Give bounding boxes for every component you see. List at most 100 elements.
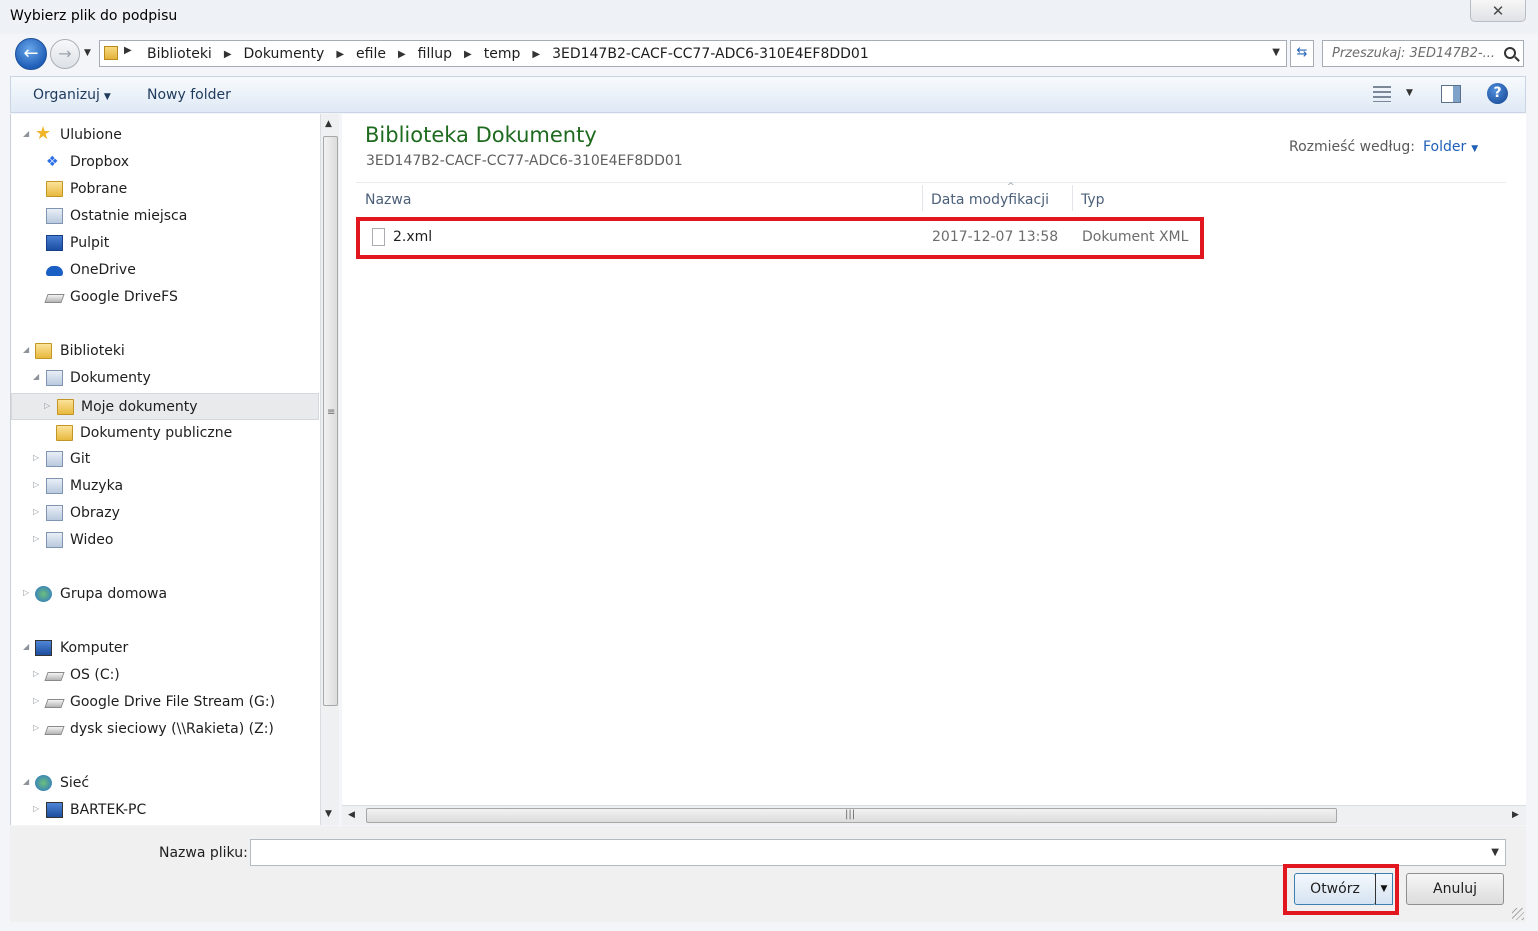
close-button[interactable]: ✕ xyxy=(1470,0,1526,22)
nav-item-dropbox[interactable]: ❖ Dropbox xyxy=(11,149,319,176)
nav-label: OneDrive xyxy=(70,262,136,278)
column-divider[interactable] xyxy=(1072,185,1073,211)
breadcrumb-arrow-icon[interactable]: ▶ xyxy=(124,45,132,56)
scrollbar-thumb[interactable]: ≡ xyxy=(323,136,338,706)
nav-item-music[interactable]: ▷ Muzyka xyxy=(11,473,319,500)
collapse-arrow-icon[interactable]: ◢ xyxy=(33,372,39,381)
window-title: Wybierz plik do podpisu xyxy=(10,8,178,24)
scroll-up-icon[interactable]: ▲ xyxy=(325,119,332,129)
collapse-arrow-icon[interactable]: ◢ xyxy=(23,642,29,651)
forward-button[interactable]: → xyxy=(50,39,80,69)
file-type: Dokument XML xyxy=(1082,229,1189,245)
nav-label: Biblioteki xyxy=(60,343,125,359)
address-bar[interactable]: ▶ Biblioteki ▶ Dokumenty ▶ efile ▶ fillu… xyxy=(99,40,1287,67)
nav-item-desktop[interactable]: Pulpit xyxy=(11,230,319,257)
nav-item-videos[interactable]: ▷ Wideo xyxy=(11,527,319,554)
expand-arrow-icon[interactable]: ▷ xyxy=(33,534,39,543)
nav-item-git[interactable]: ▷ Git xyxy=(11,446,319,473)
expand-arrow-icon[interactable]: ▷ xyxy=(33,723,39,732)
expand-arrow-icon[interactable]: ▷ xyxy=(33,507,39,516)
breadcrumb-arrow-icon[interactable]: ▶ xyxy=(398,49,406,60)
view-dropdown-icon[interactable]: ▼ xyxy=(1406,88,1413,98)
column-divider[interactable] xyxy=(922,185,923,211)
scroll-left-icon[interactable]: ◀ xyxy=(348,810,355,820)
breadcrumb-item[interactable]: Dokumenty xyxy=(244,46,325,62)
filename-input[interactable]: ▼ xyxy=(250,839,1506,866)
nav-label: Wideo xyxy=(70,532,114,548)
breadcrumb-arrow-icon[interactable]: ▶ xyxy=(464,49,472,60)
scroll-down-icon[interactable]: ▼ xyxy=(325,809,332,819)
nav-item-bartek-pc[interactable]: ▷ BARTEK-PC xyxy=(11,797,319,824)
breadcrumb-arrow-icon[interactable]: ▶ xyxy=(336,49,344,60)
nav-computer[interactable]: ◢ Komputer xyxy=(11,635,319,662)
nav-network[interactable]: ◢ Sieć xyxy=(11,770,319,797)
arrange-by-dropdown[interactable]: Folder ▼ xyxy=(1423,139,1478,155)
breadcrumb-item[interactable]: Biblioteki xyxy=(147,46,212,62)
help-icon[interactable]: ? xyxy=(1487,83,1508,104)
nav-item-onedrive[interactable]: OneDrive xyxy=(11,257,319,284)
nav-item-recent-places[interactable]: Ostatnie miejsca xyxy=(11,203,319,230)
search-input[interactable]: Przeszukaj: 3ED147B2-... xyxy=(1322,40,1524,67)
nav-item-pictures[interactable]: ▷ Obrazy xyxy=(11,500,319,527)
nav-label: dysk sieciowy (\\Rakieta) (Z:) xyxy=(70,721,274,737)
column-header-name[interactable]: Nazwa xyxy=(365,192,411,208)
cancel-button[interactable]: Anuluj xyxy=(1406,873,1504,905)
search-icon[interactable] xyxy=(1504,47,1516,59)
nav-favorites[interactable]: ◢ ★ Ulubione xyxy=(11,122,319,149)
desktop-icon xyxy=(46,235,63,251)
resize-grip[interactable] xyxy=(1512,908,1524,920)
new-folder-button[interactable]: Nowy folder xyxy=(147,87,231,103)
scrollbar-thumb[interactable]: ||| xyxy=(366,808,1337,823)
horizontal-scrollbar[interactable]: ◀ ||| ▶ xyxy=(342,805,1526,825)
file-row[interactable]: 2.xml 2017-12-07 13:58 Dokument XML xyxy=(356,217,1204,259)
back-button[interactable]: ← xyxy=(15,38,47,70)
address-dropdown-icon[interactable]: ▼ xyxy=(1272,47,1280,58)
open-options-dropdown[interactable]: ▼ xyxy=(1375,873,1393,905)
open-button[interactable]: Otwórz xyxy=(1294,873,1376,905)
expand-arrow-icon[interactable]: ▷ xyxy=(33,696,39,705)
refresh-button[interactable]: ⇆ xyxy=(1290,40,1314,67)
nav-label: OS (C:) xyxy=(70,667,120,683)
nav-item-my-documents[interactable]: ▷ Moje dokumenty xyxy=(11,393,319,420)
breadcrumb-item[interactable]: efile xyxy=(356,46,386,62)
expand-arrow-icon[interactable]: ▷ xyxy=(44,401,50,410)
scroll-right-icon[interactable]: ▶ xyxy=(1512,810,1519,820)
collapse-arrow-icon[interactable]: ◢ xyxy=(23,777,29,786)
library-title: Biblioteka Dokumenty xyxy=(365,123,597,147)
breadcrumb-item[interactable]: fillup xyxy=(418,46,452,62)
column-header-type[interactable]: Typ xyxy=(1081,192,1105,208)
nav-item-google-drivefs[interactable]: Google DriveFS xyxy=(11,284,319,311)
nav-item-downloads[interactable]: Pobrane xyxy=(11,176,319,203)
breadcrumb-arrow-icon[interactable]: ▶ xyxy=(532,49,540,60)
organize-label: Organizuj xyxy=(33,87,100,103)
recent-locations-dropdown[interactable]: ▼ xyxy=(84,48,96,60)
breadcrumb-item[interactable]: temp xyxy=(484,46,521,62)
file-name: 2.xml xyxy=(393,229,433,245)
nav-label: Dropbox xyxy=(70,154,129,170)
column-header-date[interactable]: Data modyfikacji xyxy=(931,192,1049,208)
nav-item-drive-z[interactable]: ▷ dysk sieciowy (\\Rakieta) (Z:) xyxy=(11,716,319,743)
nav-item-documents[interactable]: ◢ Dokumenty xyxy=(11,365,319,392)
breadcrumb-item[interactable]: 3ED147B2-CACF-CC77-ADC6-310E4EF8DD01 xyxy=(552,46,869,62)
expand-arrow-icon[interactable]: ▷ xyxy=(33,480,39,489)
nav-item-public-documents[interactable]: Dokumenty publiczne xyxy=(11,420,319,447)
expand-arrow-icon[interactable]: ▷ xyxy=(33,804,39,813)
expand-arrow-icon[interactable]: ▷ xyxy=(33,669,39,678)
nav-homegroup[interactable]: ▷ Grupa domowa xyxy=(11,581,319,608)
breadcrumb-arrow-icon[interactable]: ▶ xyxy=(224,49,232,60)
preview-pane-icon[interactable] xyxy=(1441,85,1461,103)
documents-library-icon xyxy=(46,370,63,386)
collapse-arrow-icon[interactable]: ◢ xyxy=(23,345,29,354)
view-options-icon[interactable] xyxy=(1373,86,1391,102)
expand-arrow-icon[interactable]: ▷ xyxy=(23,588,29,597)
nav-item-drive-c[interactable]: ▷ OS (C:) xyxy=(11,662,319,689)
expand-arrow-icon[interactable]: ▷ xyxy=(33,453,39,462)
organize-menu-button[interactable]: Organizuj ▼ xyxy=(33,87,111,103)
nav-libraries[interactable]: ◢ Biblioteki xyxy=(11,338,319,365)
navigation-scrollbar[interactable]: ▲ ≡ ▼ xyxy=(320,114,339,825)
nav-item-drive-g[interactable]: ▷ Google Drive File Stream (G:) xyxy=(11,689,319,716)
collapse-arrow-icon[interactable]: ◢ xyxy=(23,129,29,138)
onedrive-cloud-icon xyxy=(46,266,63,276)
nav-label: Muzyka xyxy=(70,478,124,494)
filename-dropdown-icon[interactable]: ▼ xyxy=(1491,847,1499,858)
